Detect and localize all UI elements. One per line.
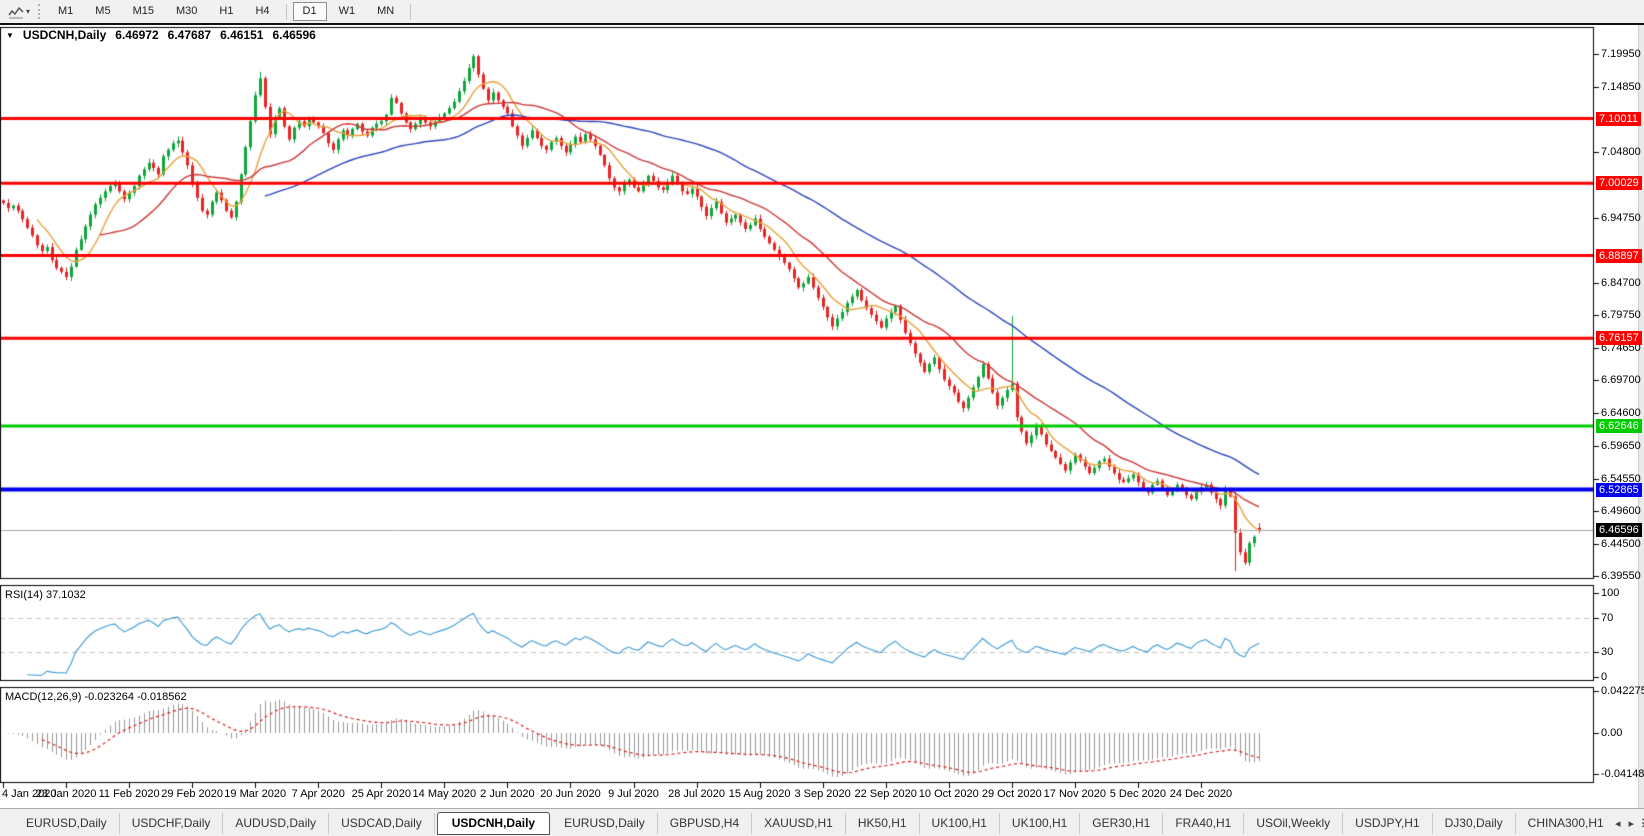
- chart-tab[interactable]: AUDUSD,Daily: [223, 812, 330, 834]
- chart-tab[interactable]: EURUSD,Daily: [552, 812, 658, 834]
- line-chart-icon: [8, 5, 24, 19]
- chart-symbol: USDCNH,Daily: [22, 28, 107, 42]
- chart-tab[interactable]: XAUUSD,H1: [752, 812, 846, 834]
- chart-tab[interactable]: USDCNH,Daily: [436, 811, 551, 835]
- tab-bar: EURUSD,Daily USDCHF,Daily AUDUSD,Daily USDC…: [0, 808, 1644, 836]
- timeframe-button-m5[interactable]: M5: [85, 2, 120, 21]
- timeframe-button-w1[interactable]: W1: [329, 2, 366, 21]
- mt4-window: ▾ M1 M5 M15 M30 H1 H4 D1 W1 MN ▼ USDCNH,Daily 6.…: [0, 0, 1644, 836]
- chart-tab[interactable]: UK100,H1: [1000, 812, 1081, 834]
- timeframe-button-d1[interactable]: D1: [292, 2, 327, 21]
- tab-scroll-right-icon[interactable]: ▸: [1628, 817, 1634, 830]
- chart-tab[interactable]: EURUSD,Daily: [14, 812, 120, 834]
- chart-tab[interactable]: DJ30,Daily: [1433, 812, 1516, 834]
- chart-tab[interactable]: FRA40,H1: [1163, 812, 1245, 834]
- chart-canvas[interactable]: [0, 25, 1644, 810]
- rsi-label: RSI(14) 37.1032: [5, 589, 86, 601]
- chart-window: ▼ USDCNH,Daily 6.46972 6.47687 6.46151 6…: [0, 23, 1644, 810]
- chart-tabs: EURUSD,Daily USDCHF,Daily AUDUSD,Daily USDC…: [0, 809, 1644, 836]
- toolbar-grip: [38, 4, 41, 19]
- tab-scroll-left-icon[interactable]: ◂: [1615, 817, 1621, 830]
- tab-scroll-arrows: ◂ ▸: [1606, 809, 1642, 836]
- chart-tab[interactable]: USDCAD,Daily: [329, 812, 435, 834]
- chart-title: ▼ USDCNH,Daily 6.46972 6.47687 6.46151 6…: [6, 28, 316, 42]
- quote-low: 6.46151: [220, 28, 264, 42]
- timeframe-button-h1[interactable]: H1: [209, 2, 243, 21]
- chart-tab[interactable]: GER30,H1: [1080, 812, 1164, 834]
- timeframe-button-mn[interactable]: MN: [367, 2, 404, 21]
- timeframe-buttons: M1 M5 M15 M30 H1 H4 D1 W1 MN: [47, 2, 416, 21]
- macd-label: MACD(12,26,9) -0.023264 -0.018562: [5, 691, 187, 703]
- timeframe-button-m1[interactable]: M1: [48, 2, 83, 21]
- timeframe-button-h4[interactable]: H4: [245, 2, 279, 21]
- timeframe-button-m30[interactable]: M30: [166, 2, 207, 21]
- chart-tab[interactable]: UK100,H1: [920, 812, 1000, 834]
- chart-tab[interactable]: USDJPY,H1: [1343, 812, 1433, 834]
- toolbar: ▾ M1 M5 M15 M30 H1 H4 D1 W1 MN: [0, 0, 1644, 23]
- chart-cursor-tool[interactable]: ▾: [4, 4, 34, 20]
- quote-open: 6.46972: [115, 28, 159, 42]
- chart-tab[interactable]: HK50,H1: [846, 812, 920, 834]
- quote-close: 6.46596: [272, 28, 316, 42]
- collapse-indicator-icon: ▼: [6, 30, 14, 40]
- chart-tab[interactable]: GBPUSD,H4: [658, 812, 753, 834]
- toolbar-divider: [410, 3, 412, 20]
- window-edge: [1638, 25, 1644, 810]
- quote-high: 6.47687: [167, 28, 212, 42]
- dropdown-caret-icon: ▾: [26, 6, 31, 16]
- chart-tab[interactable]: CHINA300,H1: [1516, 812, 1617, 834]
- chart-tab[interactable]: USOil,Weekly: [1244, 812, 1344, 834]
- chart-tab[interactable]: USDCHF,Daily: [120, 812, 224, 834]
- timeframe-button-m15[interactable]: M15: [123, 2, 164, 21]
- toolbar-divider: [285, 3, 287, 20]
